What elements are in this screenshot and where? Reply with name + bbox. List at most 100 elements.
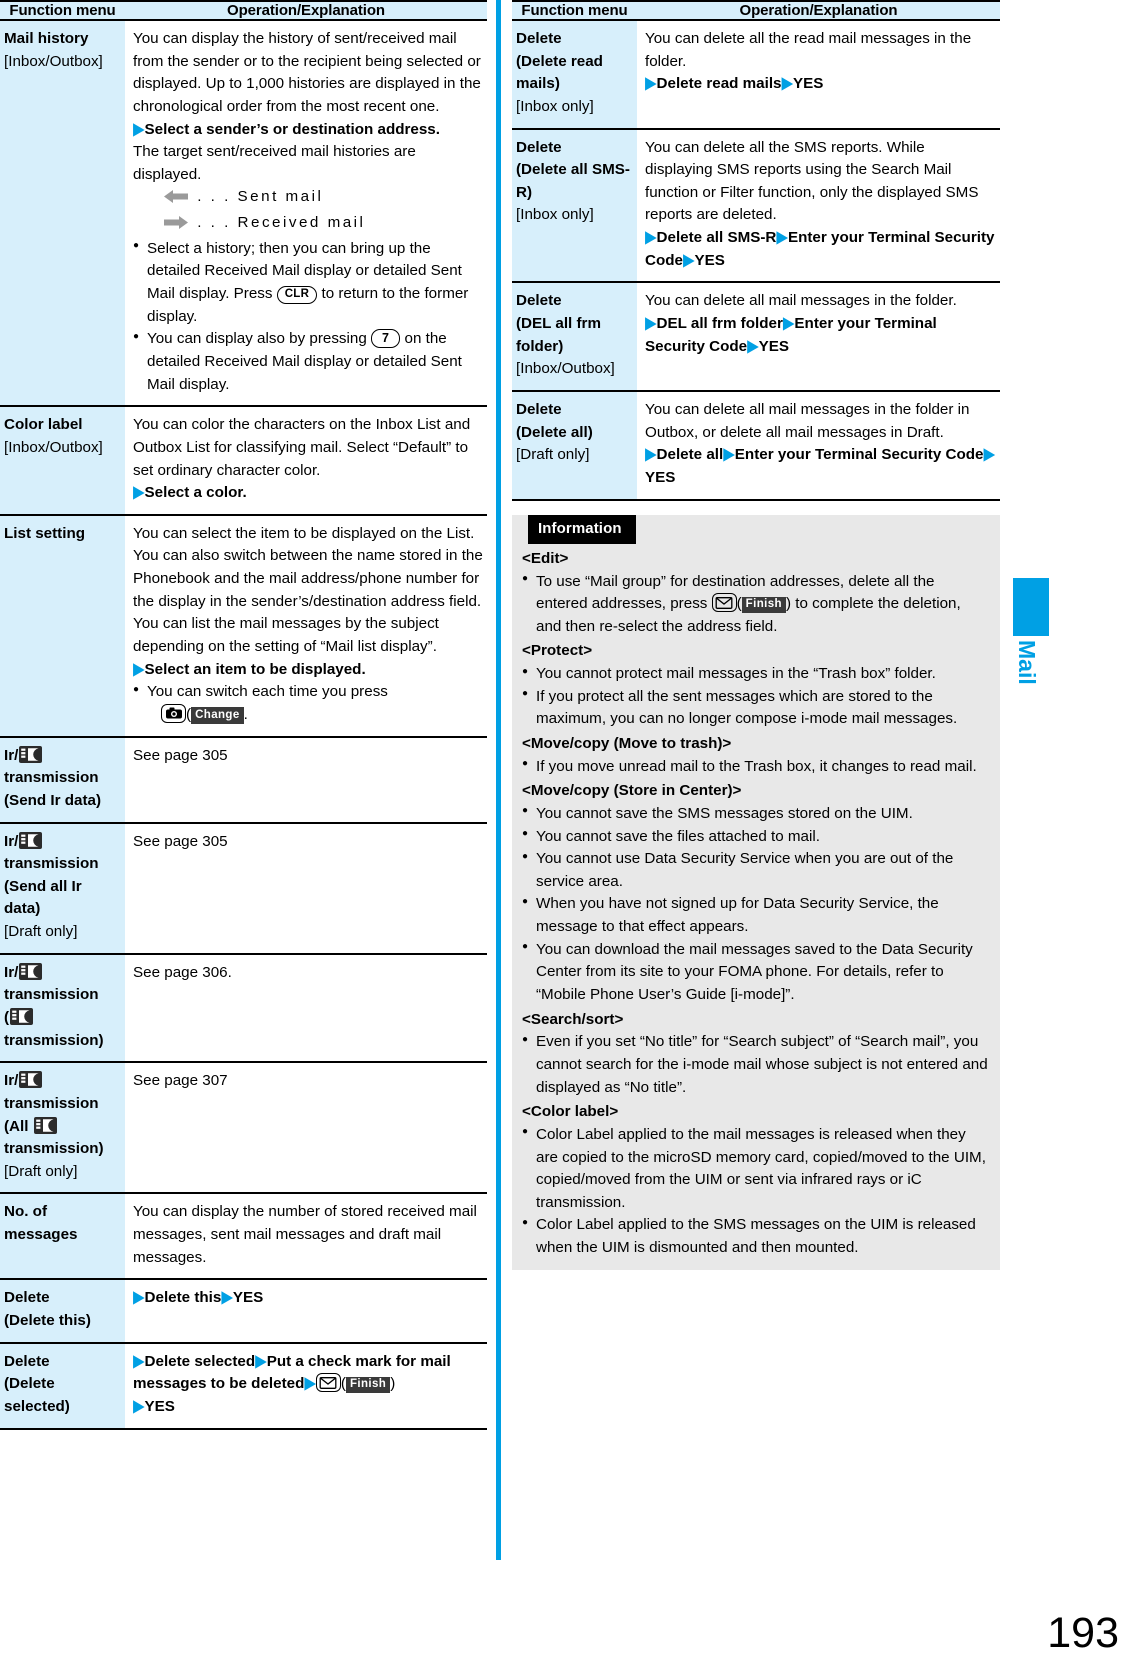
header-function-menu: Function menu xyxy=(0,0,125,21)
menu-scope: [Inbox/Outbox] xyxy=(4,438,103,456)
menu-title-line: Ir/ xyxy=(4,831,122,854)
bullet-item: Select a history; then you can bring up … xyxy=(133,237,483,329)
manual-page: Function menu Operation/Explanation Mail… xyxy=(0,0,1135,1672)
menu-title-pre: Ir/ xyxy=(4,746,19,764)
table-row: Ir/ transmission (Send Ir data) See page… xyxy=(0,736,487,824)
step-arrow-icon: ▶ xyxy=(133,659,145,679)
menu-scope: [Draft only] xyxy=(4,923,78,941)
menu-title: List setting xyxy=(4,524,86,542)
menu-title-pre: Ir/ xyxy=(4,963,19,981)
function-menu-table-left: Function menu Operation/Explanation Mail… xyxy=(0,0,487,1430)
paragraph: See page 306. xyxy=(133,963,232,981)
step-line: ▶Delete this▶YES xyxy=(133,1287,483,1310)
change-softkey-label: Change xyxy=(191,707,244,724)
step-line: ▶Select a sender’s or destination addres… xyxy=(133,119,483,142)
information-item: If you move unread mail to the Trash box… xyxy=(522,755,990,779)
paragraph: You can delete all mail messages in the … xyxy=(645,292,957,310)
information-item: You cannot save the files attached to ma… xyxy=(522,825,990,849)
paragraph: You can list the mail messages by the su… xyxy=(133,615,439,656)
table-row: Delete (DEL all frm folder) [Inbox/Outbo… xyxy=(512,282,1000,392)
numeric-key-7-icon: 7 xyxy=(371,328,401,349)
row-menu-cell: Delete (Delete all SMS-R) [Inbox only] xyxy=(512,128,637,284)
key-line: (Change. xyxy=(147,703,483,727)
step-arrow-icon: ▶ xyxy=(645,227,657,248)
menu-scope: [Inbox/Outbox] xyxy=(4,52,103,70)
information-heading: <Edit> xyxy=(522,549,569,567)
menu-title-post: transmission xyxy=(4,986,99,1004)
legend-sent-text: . . . Sent mail xyxy=(197,188,324,206)
step-arrow-icon: ▶ xyxy=(645,313,657,334)
paragraph: You can color the characters on the Inbo… xyxy=(133,416,471,479)
header-operation: Operation/Explanation xyxy=(125,0,487,21)
step-line: ▶DEL all frm folder▶Enter your Terminal … xyxy=(645,313,996,358)
menu-sub: (Send all Ir data) xyxy=(4,877,82,918)
information-item: You can download the mail messages saved… xyxy=(522,938,990,1007)
step-text-a: DEL all frm folder xyxy=(656,315,783,333)
table-header-row: Function menu Operation/Explanation xyxy=(0,0,487,21)
paren-close-period: . xyxy=(243,705,248,723)
left-column: Function menu Operation/Explanation Mail… xyxy=(0,0,487,1430)
step-text: Select an item to be displayed. xyxy=(144,660,366,678)
paragraph: You can select the item to be displayed … xyxy=(133,524,483,610)
row-menu-cell: Color label [Inbox/Outbox] xyxy=(0,406,125,516)
menu-title: Delete xyxy=(516,30,562,47)
menu-sub: (Delete read mails) xyxy=(516,52,603,93)
header-function-menu: Function menu xyxy=(512,0,637,21)
row-explanation-cell: You can display the number of stored rec… xyxy=(125,1193,487,1281)
ic-transmission-icon xyxy=(19,1071,43,1089)
information-item: When you have not signed up for Data Sec… xyxy=(522,893,990,938)
step-text-a: Delete all SMS-R xyxy=(656,229,777,247)
step-arrow-icon: ▶ xyxy=(133,1288,145,1308)
clr-key-icon: CLR xyxy=(276,285,318,304)
menu-scope: [Inbox only] xyxy=(516,97,594,115)
step-line: ▶Delete all SMS-R▶Enter your Terminal Se… xyxy=(645,227,996,272)
paragraph: The target sent/received mail histories … xyxy=(133,143,416,183)
table-row: Ir/ transmission ( transmission) See pag… xyxy=(0,953,487,1064)
menu-sub-post: transmission) xyxy=(4,1140,104,1158)
page-number: 193 xyxy=(1047,1609,1119,1657)
menu-scope: [Draft only] xyxy=(516,446,590,464)
menu-title-post: transmission xyxy=(4,769,99,787)
sent-mail-arrow-icon xyxy=(163,189,193,212)
row-menu-cell: Delete (Delete read mails) [Inbox only] xyxy=(512,20,637,130)
paragraph: See page 307 xyxy=(133,1072,228,1090)
legend-received-text: . . . Received mail xyxy=(197,214,366,232)
row-menu-cell: Delete (Delete selected) xyxy=(0,1342,125,1430)
right-column: Function menu Operation/Explanation Dele… xyxy=(512,0,1000,1270)
step-arrow-icon: ▶ xyxy=(221,1288,233,1308)
step-line: ▶Delete selected▶Put a check mark for ma… xyxy=(133,1351,483,1419)
menu-sub-pre: (All xyxy=(4,1117,33,1135)
information-item: You cannot save the SMS messages stored … xyxy=(522,802,990,826)
paragraph: See page 305 xyxy=(133,832,228,850)
header-operation: Operation/Explanation xyxy=(637,0,1000,21)
information-item: Even if you set “No title” for “Search s… xyxy=(522,1031,990,1099)
finish-softkey-label: Finish xyxy=(741,596,786,613)
row-menu-cell: Mail history [Inbox/Outbox] xyxy=(0,20,125,408)
step-text-c: YES xyxy=(758,337,790,355)
row-explanation-cell: You can display the history of sent/rece… xyxy=(125,20,487,408)
menu-title: No. of messages xyxy=(4,1203,78,1244)
row-menu-cell: No. of messages xyxy=(0,1193,125,1281)
table-header-row: Function menu Operation/Explanation xyxy=(512,0,1000,21)
menu-sub-line: (All xyxy=(4,1116,122,1139)
step-arrow-icon: ▶ xyxy=(645,74,657,94)
menu-sub: (DEL all frm folder) xyxy=(516,315,601,355)
ic-transmission-icon xyxy=(19,962,43,980)
menu-title: Delete xyxy=(4,1352,50,1370)
step-text-a: Delete selected xyxy=(144,1352,256,1370)
row-menu-cell: Ir/ transmission (All transmission) [Dra… xyxy=(0,1062,125,1195)
bullet-item: You can switch each time you press (Chan… xyxy=(133,681,483,726)
bullet-item: You can display also by pressing 7 on th… xyxy=(133,328,483,396)
row-explanation-cell: You can delete all the read mail message… xyxy=(637,20,1000,130)
menu-sub: (Send Ir data) xyxy=(4,791,102,809)
information-heading: <Protect> xyxy=(522,642,593,660)
side-tab: Mail xyxy=(1013,578,1049,700)
table-row: Delete (Delete this) ▶Delete this▶YES xyxy=(0,1279,487,1344)
paren-close: ) xyxy=(390,1375,396,1393)
side-tab-color-block xyxy=(1013,578,1049,636)
information-item: Color Label applied to the SMS messages … xyxy=(522,1214,990,1259)
row-explanation-cell: You can select the item to be displayed … xyxy=(125,514,487,738)
menu-title: Color label xyxy=(4,416,83,434)
table-row: List setting You can select the item to … xyxy=(0,514,487,738)
row-explanation-cell: You can delete all mail messages in the … xyxy=(637,390,1000,501)
